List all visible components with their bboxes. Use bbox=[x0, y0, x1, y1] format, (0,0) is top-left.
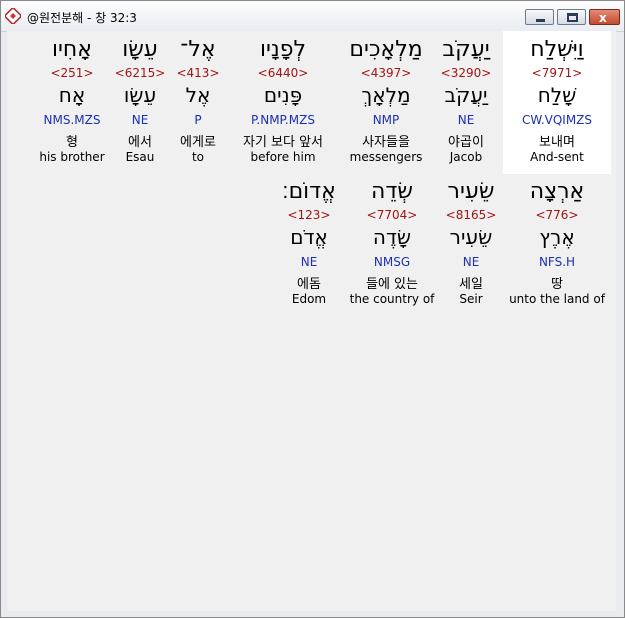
parsing-code: CW.VQIMZS bbox=[521, 113, 593, 127]
parsing-code: P bbox=[194, 113, 202, 127]
english-gloss: Jacob bbox=[449, 150, 483, 164]
word-cell[interactable]: מַלְאָכִים <4397> מַלְאָךְ NMP 사자들을 mess… bbox=[345, 31, 427, 174]
word-cell[interactable]: לְפָנָיו <6440> פָּנִים P.NMP.MZS 자기 보다 … bbox=[229, 31, 337, 174]
lemma: שָׁלַח bbox=[537, 83, 577, 107]
lemma: מַלְאָךְ bbox=[361, 83, 411, 107]
english-gloss: unto the land of bbox=[509, 292, 605, 306]
english-gloss: Seir bbox=[459, 292, 483, 306]
korean-gloss: 자기 보다 앞서 bbox=[242, 135, 324, 150]
word-cell[interactable]: יַעֲקֹב <3290> יַעֲקֹב NE 야곱이 Jacob bbox=[435, 31, 497, 174]
english-gloss: the country of bbox=[349, 292, 435, 306]
close-button[interactable]: x bbox=[589, 9, 620, 25]
strong-number: <7971> bbox=[531, 66, 583, 80]
lemma: יַעֲקֹב bbox=[444, 83, 488, 107]
close-icon: x bbox=[599, 11, 607, 25]
strong-number: <8165> bbox=[445, 208, 497, 222]
strong-number: <3290> bbox=[440, 66, 492, 80]
korean-gloss: 형 bbox=[66, 135, 78, 150]
word-cell[interactable]: אֶל־ <413> אֶל P 에게로 to bbox=[171, 31, 225, 174]
hebrew-word: מַלְאָכִים bbox=[349, 37, 423, 62]
korean-gloss: 야곱이 bbox=[448, 135, 484, 150]
lemma: שֵׂעִיר bbox=[449, 225, 493, 249]
english-gloss: before him bbox=[250, 150, 316, 164]
lemma: פָּנִים bbox=[263, 83, 303, 107]
parsing-code: NFS.H bbox=[538, 255, 576, 269]
hebrew-word: אַרְצָה bbox=[529, 179, 585, 204]
hebrew-word: אֶל־ bbox=[180, 37, 216, 62]
word-cell[interactable]: אַרְצָה <776> אֶרֶץ NFS.H 땅 unto the lan… bbox=[507, 173, 607, 316]
verse-row: וַיִּשְׁלַח <7971> שָׁלַח CW.VQIMZS 보내며 … bbox=[7, 31, 616, 174]
word-cell[interactable]: עֵשָׂו <6215> עֵשָׂו NE 에서 Esau bbox=[113, 31, 167, 174]
parsing-code: NE bbox=[462, 255, 480, 269]
strong-number: <7704> bbox=[366, 208, 418, 222]
hebrew-word: יַעֲקֹב bbox=[442, 37, 490, 62]
korean-gloss: 땅 bbox=[551, 277, 563, 292]
korean-gloss: 보내며 bbox=[539, 135, 575, 150]
parsing-code: NMS.MZS bbox=[43, 113, 101, 127]
strong-number: <251> bbox=[50, 66, 94, 80]
window-title: @원전분해 - 창 32:3 bbox=[27, 11, 137, 25]
strong-number: <123> bbox=[287, 208, 331, 222]
strong-number: <776> bbox=[535, 208, 579, 222]
strong-number: <4397> bbox=[360, 66, 412, 80]
english-gloss: messengers bbox=[349, 150, 423, 164]
korean-gloss: 에서 bbox=[128, 135, 152, 150]
lemma: אֶל bbox=[185, 83, 211, 107]
parsing-code: NMSG bbox=[373, 255, 411, 269]
word-cell[interactable]: וַיִּשְׁלַח <7971> שָׁלַח CW.VQIMZS 보내며 … bbox=[503, 31, 611, 174]
hebrew-word: שְׂדֵה bbox=[371, 179, 413, 204]
word-cell[interactable]: שְׂדֵה <7704> שָׂדֶה NMSG 들에 있는 the coun… bbox=[345, 173, 439, 316]
korean-gloss: 에게로 bbox=[180, 135, 216, 150]
english-gloss: to bbox=[191, 150, 205, 164]
parsing-code: NE bbox=[131, 113, 149, 127]
korean-gloss: 세일 bbox=[459, 277, 483, 292]
korean-gloss: 들에 있는 bbox=[366, 277, 418, 292]
maximize-icon bbox=[567, 13, 578, 22]
verse-row: אַרְצָה <776> אֶרֶץ NFS.H 땅 unto the lan… bbox=[7, 173, 616, 316]
english-gloss: Esau bbox=[125, 150, 155, 164]
lemma: שָׂדֶה bbox=[372, 225, 412, 249]
hebrew-word: וַיִּשְׁלַח bbox=[530, 37, 584, 62]
hebrew-word: עֵשָׂו bbox=[122, 37, 158, 62]
english-gloss: his brother bbox=[39, 150, 105, 164]
english-gloss: And-sent bbox=[530, 150, 584, 164]
parsing-code: NMP bbox=[372, 113, 400, 127]
parsing-code: NE bbox=[300, 255, 318, 269]
word-cell[interactable]: אֱדוֹם׃ <123> אֱדֹם NE 에돔 Edom bbox=[279, 173, 339, 316]
minimize-button[interactable] bbox=[525, 9, 554, 25]
app-logo-icon bbox=[4, 7, 22, 25]
hebrew-word: שֵׂעִיר bbox=[447, 179, 495, 204]
korean-gloss: 에돔 bbox=[297, 277, 321, 292]
word-cell[interactable]: שֵׂעִיר <8165> שֵׂעִיר NE 세일 Seir bbox=[439, 173, 503, 316]
korean-gloss: 사자들을 bbox=[362, 135, 410, 150]
app-window: @원전분해 - 창 32:3 x וַיִּשְׁלַח <7971> שָׁל… bbox=[0, 0, 625, 618]
parsing-code: P.NMP.MZS bbox=[251, 113, 315, 127]
lemma: אֶרֶץ bbox=[539, 225, 575, 249]
strong-number: <6215> bbox=[114, 66, 166, 80]
lemma: אָח bbox=[58, 83, 86, 107]
title-bar[interactable]: @원전분해 - 창 32:3 x bbox=[1, 1, 624, 32]
maximize-button[interactable] bbox=[557, 9, 586, 25]
hebrew-word: אָחִיו bbox=[52, 37, 92, 62]
verse-analysis-panel: וַיִּשְׁלַח <7971> שָׁלַח CW.VQIMZS 보내며 … bbox=[7, 31, 616, 611]
parsing-code: NE bbox=[457, 113, 475, 127]
word-cell[interactable]: אָחִיו <251> אָח NMS.MZS 형 his brother bbox=[35, 31, 109, 174]
english-gloss: Edom bbox=[291, 292, 327, 306]
hebrew-word: אֱדוֹם׃ bbox=[282, 179, 336, 204]
lemma: עֵשָׂו bbox=[123, 83, 157, 107]
lemma: אֱדֹם bbox=[290, 225, 328, 249]
minimize-icon bbox=[536, 19, 545, 22]
hebrew-word: לְפָנָיו bbox=[260, 37, 306, 62]
strong-number: <413> bbox=[176, 66, 220, 80]
strong-number: <6440> bbox=[257, 66, 309, 80]
